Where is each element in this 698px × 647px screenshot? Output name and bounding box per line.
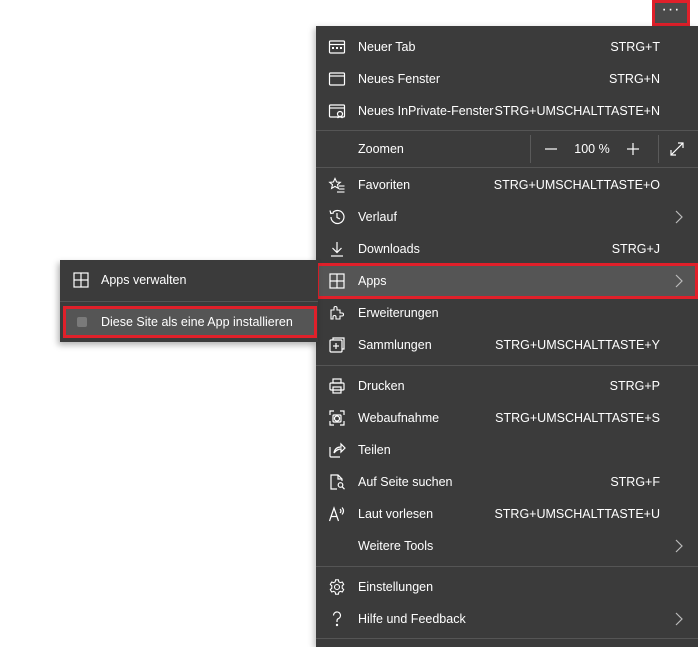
menu-item-shortcut: STRG+F (610, 475, 660, 489)
help-icon (328, 610, 346, 628)
menu-item-new-inprivate-window[interactable]: Neues InPrivate-Fenster STRG+UMSCHALTTAS… (316, 95, 698, 127)
menu-item-label: Einstellungen (358, 580, 434, 594)
menu-item-shortcut: STRG+UMSCHALTTASTE+S (495, 411, 660, 425)
window-icon (328, 70, 346, 88)
menu-divider (316, 167, 698, 168)
settings-and-more-button[interactable]: ··· (652, 0, 690, 26)
menu-item-label: Sammlungen (358, 338, 432, 352)
menu-item-label: Webaufnahme (358, 411, 440, 425)
menu-item-new-window[interactable]: Neues Fenster STRG+N (316, 63, 698, 95)
collections-icon (328, 336, 346, 354)
minus-icon (545, 148, 557, 150)
zoom-separator (530, 135, 531, 163)
menu-item-label: Drucken (358, 379, 405, 393)
apps-icon (328, 272, 346, 290)
menu-item-shortcut: STRG+UMSCHALTTASTE+U (494, 507, 660, 521)
menu-item-label: Hilfe und Feedback (358, 612, 466, 626)
zoom-label: Zoomen (358, 142, 404, 156)
menu-item-shortcut: STRG+N (608, 72, 660, 86)
menu-item-shortcut: STRG+J (611, 242, 660, 256)
history-icon (328, 208, 346, 226)
site-favicon-icon (73, 313, 91, 331)
print-icon (328, 377, 346, 395)
menu-item-help-feedback[interactable]: Hilfe und Feedback (316, 603, 698, 635)
menu-item-shortcut: STRG+P (609, 379, 660, 393)
menu-divider (316, 638, 698, 639)
new-tab-icon (328, 38, 346, 56)
submenu-item-label: Diese Site als eine App installieren (101, 315, 293, 329)
menu-item-new-tab[interactable]: Neuer Tab STRG+T (316, 31, 698, 63)
zoom-value: 100 % (574, 142, 610, 156)
chevron-right-icon (674, 611, 684, 627)
menu-item-shortcut: STRG+UMSCHALTTASTE+O (493, 178, 660, 192)
menu-item-shortcut: STRG+UMSCHALTTASTE+Y (495, 338, 660, 352)
menu-item-web-capture[interactable]: Webaufnahme STRG+UMSCHALTTASTE+S (316, 402, 698, 434)
chevron-right-icon (674, 538, 684, 554)
share-icon (328, 441, 346, 459)
menu-item-apps[interactable]: Apps (316, 263, 698, 299)
fullscreen-button[interactable] (668, 140, 686, 158)
menu-item-label: Verlauf (358, 210, 397, 224)
menu-item-extensions[interactable]: Erweiterungen (316, 297, 698, 329)
settings-menu: Neuer Tab STRG+T Neues Fenster STRG+N Ne… (316, 26, 698, 647)
download-icon (328, 240, 346, 258)
submenu-item-manage-apps[interactable]: Apps verwalten (60, 264, 318, 296)
menu-item-label: Favoriten (358, 178, 411, 192)
chevron-right-icon (674, 273, 684, 289)
menu-item-history[interactable]: Verlauf (316, 201, 698, 233)
zoom-in-button[interactable] (624, 140, 642, 158)
apps-icon (72, 271, 90, 289)
menu-divider (316, 365, 698, 366)
menu-item-label: Apps (358, 274, 387, 288)
menu-item-label: Weitere Tools (358, 539, 434, 553)
menu-item-share[interactable]: Teilen (316, 434, 698, 466)
menu-item-settings[interactable]: Einstellungen (316, 571, 698, 603)
read-aloud-icon (328, 505, 346, 523)
menu-item-label: Laut vorlesen (358, 507, 434, 521)
menu-item-shortcut: STRG+T (610, 40, 660, 54)
zoom-separator (658, 135, 659, 163)
chevron-right-icon (674, 209, 684, 225)
gear-icon (328, 578, 346, 596)
menu-item-shortcut: STRG+UMSCHALTTASTE+N (494, 104, 660, 118)
menu-item-label: Downloads (358, 242, 420, 256)
menu-item-collections[interactable]: Sammlungen STRG+UMSCHALTTASTE+Y (316, 329, 698, 361)
menu-divider (60, 301, 318, 302)
menu-item-downloads[interactable]: Downloads STRG+J (316, 233, 698, 265)
menu-item-find-on-page[interactable]: Auf Seite suchen STRG+F (316, 466, 698, 498)
apps-submenu: Apps verwalten Diese Site als eine App i… (60, 260, 318, 342)
submenu-item-label: Apps verwalten (101, 273, 187, 287)
menu-item-label: Erweiterungen (358, 306, 439, 320)
menu-item-more-tools[interactable]: Weitere Tools (316, 530, 698, 562)
find-on-page-icon (328, 473, 346, 491)
favorites-icon (328, 176, 346, 194)
menu-item-label: Neues Fenster (358, 72, 440, 86)
menu-item-favorites[interactable]: Favoriten STRG+UMSCHALTTASTE+O (316, 169, 698, 201)
menu-item-label: Teilen (358, 443, 391, 457)
zoom-row: Zoomen 100 % (316, 131, 698, 167)
menu-item-label: Auf Seite suchen (358, 475, 453, 489)
menu-item-label: Neues InPrivate-Fenster (358, 104, 494, 118)
submenu-item-install-site-as-app[interactable]: Diese Site als eine App installieren (63, 306, 317, 338)
menu-item-label: Neuer Tab (358, 40, 416, 54)
web-capture-icon (328, 409, 346, 427)
zoom-out-button[interactable] (542, 140, 560, 158)
menu-item-print[interactable]: Drucken STRG+P (316, 370, 698, 402)
menu-item-read-aloud[interactable]: Laut vorlesen STRG+UMSCHALTTASTE+U (316, 498, 698, 530)
plus-icon (627, 143, 639, 155)
inprivate-window-icon (328, 102, 346, 120)
extensions-icon (328, 304, 346, 322)
more-icon: ··· (661, 1, 681, 18)
fullscreen-icon (670, 142, 684, 156)
menu-divider (316, 566, 698, 567)
